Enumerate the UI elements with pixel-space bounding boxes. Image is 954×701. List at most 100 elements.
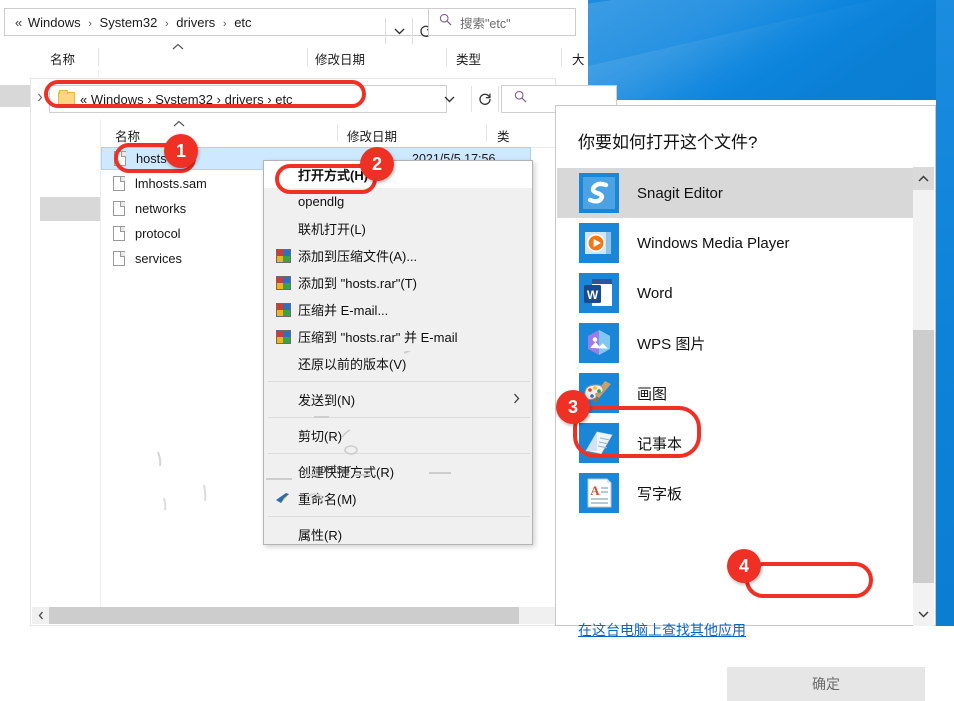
file-name: lmhosts.sam — [135, 176, 207, 191]
list-item-windows-media-player[interactable]: Windows Media Player — [557, 218, 917, 268]
menu-item-send-to[interactable]: 发送到(N) — [264, 386, 532, 413]
wps-picture-icon — [579, 323, 619, 363]
search-icon — [514, 90, 527, 108]
winrar-icon — [272, 329, 294, 344]
breadcrumb-separator: › — [164, 18, 169, 30]
outer-address-bar: « Windows › System32 › drivers › etc 搜索"… — [0, 0, 588, 44]
app-name: 写字板 — [637, 485, 683, 503]
open-with-dialog: 你要如何打开这个文件? Snagit Editor Windows Media … — [555, 105, 936, 701]
breadcrumb-overflow-icon[interactable] — [37, 93, 43, 105]
dialog-title: 你要如何打开这个文件? — [578, 133, 758, 152]
list-item-wordpad[interactable]: A 写字板 — [557, 468, 917, 518]
file-icon — [113, 225, 126, 242]
step-badge-4: 4 — [727, 549, 761, 583]
breadcrumb-separator: › — [88, 18, 92, 30]
menu-separator — [268, 516, 530, 517]
menu-separator — [268, 417, 530, 418]
word-icon: W — [579, 273, 619, 313]
winrar-icon — [272, 275, 294, 290]
file-icon — [113, 250, 126, 267]
chevron-down-icon[interactable] — [436, 86, 462, 112]
app-name: Snagit Editor — [637, 184, 723, 202]
menu-item-compress-to-hosts-rar-and-email[interactable]: 压缩到 "hosts.rar" 并 E-mail — [264, 323, 532, 350]
find-other-apps-link[interactable]: 在这台电脑上查找其他应用 — [578, 620, 746, 640]
ok-button[interactable]: 确定 — [727, 667, 925, 701]
desktop-wallpaper-right-strip — [936, 0, 954, 626]
breadcrumb-part-etc[interactable]: etc — [234, 15, 251, 30]
menu-item-create-shortcut[interactable]: 创建快捷方式(R) — [264, 458, 532, 485]
app-name: Word — [637, 284, 673, 302]
caret-up-icon — [172, 42, 184, 54]
snagit-icon — [579, 173, 619, 213]
app-name: WPS 图片 — [637, 335, 706, 353]
menu-item-cut[interactable]: 剪切(R) — [264, 422, 532, 449]
scrollbar-thumb[interactable] — [49, 607, 519, 624]
outer-column-type[interactable]: 类型 — [456, 49, 481, 68]
desktop-wallpaper — [588, 0, 954, 100]
media-player-icon — [579, 223, 619, 263]
ghost-text-artifact: ɔsts.r — [320, 461, 352, 476]
file-name: networks — [135, 201, 187, 216]
outer-column-name[interactable]: 名称 — [50, 49, 75, 68]
outer-column-size[interactable]: 大 — [572, 49, 585, 68]
outer-search-input[interactable]: 搜索"etc" — [428, 8, 576, 36]
menu-item-restore-previous-versions[interactable]: 还原以前的版本(V) — [264, 350, 532, 377]
chevron-up-icon[interactable] — [913, 167, 934, 190]
step-badge-3: 3 — [556, 390, 590, 424]
highlight-box-address — [44, 80, 366, 108]
breadcrumb-part-system32[interactable]: System32 — [100, 15, 158, 30]
app-name: Windows Media Player — [637, 234, 790, 252]
file-name: protocol — [135, 226, 181, 241]
file-name: services — [135, 251, 182, 266]
winrar-icon — [272, 302, 294, 317]
menu-item-compress-and-email[interactable]: 压缩并 E-mail... — [264, 296, 532, 323]
breadcrumb-separator: › — [222, 18, 227, 30]
inner-column-date[interactable]: 修改日期 — [347, 126, 397, 145]
list-item-wps-picture[interactable]: WPS 图片 — [557, 318, 917, 368]
outer-column-date[interactable]: 修改日期 — [315, 49, 365, 68]
list-item-word[interactable]: W Word — [557, 268, 917, 318]
menu-separator — [268, 381, 530, 382]
scrollbar-thumb[interactable] — [913, 330, 934, 583]
ok-button-label: 确定 — [812, 676, 840, 692]
chevron-down-icon[interactable] — [385, 18, 412, 44]
step-badge-1: 1 — [164, 134, 198, 168]
breadcrumb-prefix: « — [15, 15, 23, 30]
search-icon — [439, 13, 452, 31]
menu-item-add-to-hosts-rar[interactable]: 添加到 "hosts.rar"(T) — [264, 269, 532, 296]
menu-separator — [268, 453, 530, 454]
breadcrumb-part-windows[interactable]: Windows — [28, 15, 81, 30]
inner-navigation-pane[interactable] — [32, 119, 101, 624]
caret-up-icon — [173, 119, 185, 131]
menu-item-rename[interactable]: 重命名(M) — [264, 485, 532, 512]
menu-item-properties[interactable]: 属性(R) — [264, 521, 532, 548]
nav-placeholder — [0, 85, 32, 107]
file-icon — [113, 200, 126, 217]
nav-placeholder — [40, 197, 100, 221]
chevron-down-icon[interactable] — [913, 603, 934, 626]
breadcrumb-part-drivers[interactable]: drivers — [176, 15, 215, 30]
list-item-snagit[interactable]: Snagit Editor — [557, 168, 917, 218]
rename-icon — [272, 492, 294, 505]
context-menu[interactable]: 打开方式(H) opendlg 联机打开(L) 添加到压缩文件(A)... 添加… — [263, 160, 533, 545]
chevron-left-icon[interactable] — [32, 607, 49, 624]
chevron-right-icon — [513, 393, 520, 407]
winrar-icon — [272, 248, 294, 263]
menu-item-add-to-archive[interactable]: 添加到压缩文件(A)... — [264, 242, 532, 269]
outer-column-headers: 名称 修改日期 类型 大 — [0, 42, 588, 70]
refresh-icon[interactable] — [471, 86, 499, 112]
dialog-scrollbar[interactable] — [913, 167, 934, 626]
horizontal-scrollbar[interactable] — [32, 607, 556, 624]
highlight-box-ok — [745, 562, 873, 598]
outer-address-input[interactable]: « Windows › System32 › drivers › etc — [4, 8, 434, 44]
app-list: Snagit Editor Windows Media Player W Wor… — [557, 168, 917, 518]
outer-breadcrumb[interactable]: « Windows › System32 › drivers › etc — [15, 14, 252, 33]
highlight-box-notepad — [573, 406, 701, 458]
svg-text:A: A — [590, 483, 600, 498]
inner-column-type[interactable]: 类 — [497, 126, 510, 145]
wordpad-icon: A — [579, 473, 619, 513]
file-icon — [113, 175, 126, 192]
menu-item-open-online[interactable]: 联机打开(L) — [264, 215, 532, 242]
outer-search-placeholder: 搜索"etc" — [460, 16, 511, 31]
svg-text:W: W — [587, 288, 599, 302]
